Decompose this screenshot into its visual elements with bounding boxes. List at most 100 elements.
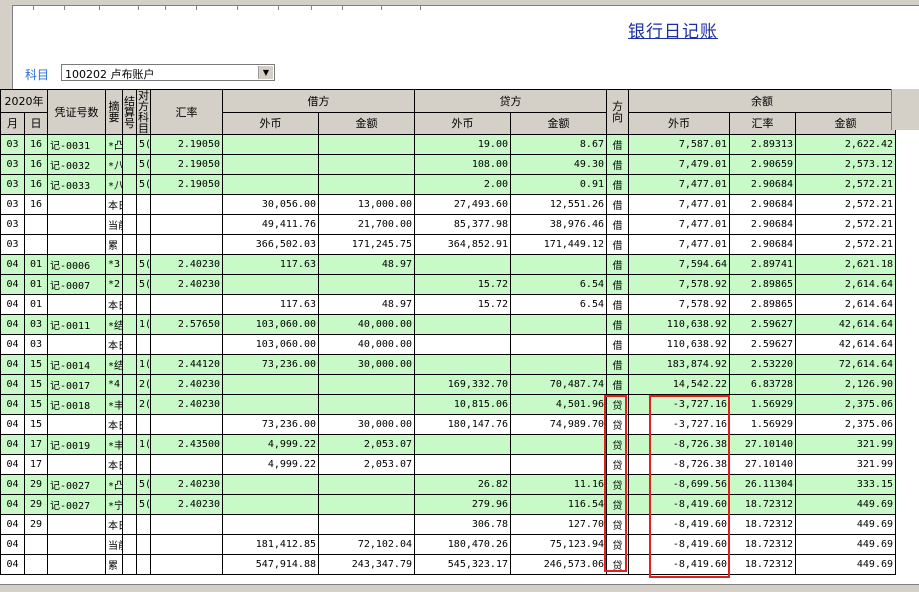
balance-rate-cell: 18.72312	[729, 554, 796, 575]
table-row[interactable]: 04 29 记-0027 *凸 5(2.40230 26.82 11.16 贷 -8,699.5…	[0, 474, 896, 495]
settle-cell	[122, 414, 137, 435]
table-row[interactable]: 03 累 366,502.03 171,245.75 364,852.91 171,449…	[0, 234, 896, 255]
table-row[interactable]: 04 29 记-0027 *宁 5(2.40230 279.96 116.54 贷 -8,419…	[0, 494, 896, 515]
debit-foreign-cell: 4,999.22	[222, 454, 319, 475]
balance-rate-cell: 2.90684	[729, 194, 796, 215]
table-row[interactable]: 0401 本日 117.6348.9715.726.54借7,578.922.898…	[0, 294, 896, 315]
balance-foreign-cell: -8,419.60	[628, 534, 730, 555]
voucher-cell	[47, 334, 106, 355]
voucher-cell	[47, 294, 106, 315]
debit-amount-cell	[318, 494, 415, 515]
direction-cell: 借	[606, 234, 629, 255]
settle-cell	[122, 534, 137, 555]
direction-cell: 贷	[606, 474, 629, 495]
balance-rate-cell: 6.83728	[729, 374, 796, 395]
table-row[interactable]: 04 当前 181,412.8572,102.04180,470.2675,123.…	[0, 534, 896, 555]
direction-cell: 借	[606, 354, 629, 375]
offset-cell	[136, 454, 151, 475]
debit-amount-cell	[318, 394, 415, 415]
month-cell: 03	[0, 234, 25, 255]
table-row[interactable]: 04 03 记-0011 *结 1(2.57650 103,060.00 40,000.00…	[0, 314, 896, 335]
summary-header: 摘要	[105, 89, 123, 135]
table-row[interactable]: 04 15 记-0017 *4 2(2.40230 169,332.70 70,487.74…	[0, 374, 896, 395]
chevron-down-icon[interactable]: ▼	[258, 66, 273, 79]
day-cell: 03	[24, 334, 48, 355]
offset-cell: 5(	[136, 474, 151, 495]
credit-amount-cell: 12,551.26	[510, 194, 607, 215]
table-row[interactable]: 04 01 记-0007 *2 5(2.40230 15.72 6.54 借 7,578.92 2…	[0, 274, 896, 295]
offset-cell: 5(	[136, 174, 151, 195]
table-row[interactable]: 04 15 记-0014 *结 1(2.44120 73,236.00 30,000.00 借…	[0, 354, 896, 375]
table-row[interactable]: 04 累 547,914.88 243,347.79 545,323.17 246,573…	[0, 554, 896, 575]
voucher-header: 凭证号数	[47, 89, 106, 135]
voucher-cell	[47, 514, 106, 535]
menu-toolbar	[0, 0, 919, 10]
credit-foreign-cell	[414, 354, 511, 375]
table-row[interactable]: 0316 本日 30,056.0013,000.0027,493.6012,551.…	[0, 194, 896, 215]
day-cell: 15	[24, 414, 48, 435]
voucher-cell: 记-0011	[47, 314, 106, 335]
credit-foreign-cell	[414, 254, 511, 275]
settle-cell	[122, 234, 137, 255]
table-row[interactable]: 03 16 记-0032 *八 5(2.19050 108.00 49.30 借 7,479.0…	[0, 154, 896, 175]
day-cell: 16	[24, 174, 48, 195]
credit-amount-cell: 171,449.12	[510, 234, 607, 255]
debit-amount-cell	[318, 474, 415, 495]
vertical-scrollbar[interactable]	[891, 89, 919, 130]
day-cell: 15	[24, 354, 48, 375]
debit-amount-cell	[318, 374, 415, 395]
balance-foreign-cell: 7,477.01	[628, 174, 730, 195]
balance-amount-cell: 2,621.18	[795, 254, 896, 275]
voucher-cell: 记-0031	[47, 134, 106, 155]
direction-cell: 贷	[606, 454, 629, 475]
debit-foreign-cell: 117.63	[222, 254, 319, 275]
balance-amount-cell: 2,126.90	[795, 374, 896, 395]
balance-rate-cell: 2.90684	[729, 214, 796, 235]
debit-amount-cell: 21,700.00	[318, 214, 415, 235]
summary-cell: 本日	[105, 294, 123, 315]
credit-foreign-cell: 108.00	[414, 154, 511, 175]
balance-foreign-cell: -8,419.60	[628, 554, 730, 575]
credit-amount-cell	[510, 334, 607, 355]
table-row[interactable]: 03 当前 49,411.7621,700.0085,377.9838,976.46…	[0, 214, 896, 235]
offset-cell: 5(	[136, 274, 151, 295]
balance-amount-header: 金额	[795, 111, 896, 135]
table-row[interactable]: 0417 本日 4,999.222,053.07 贷-8,726.3827.10140…	[0, 454, 896, 475]
summary-cell: 本日	[105, 454, 123, 475]
voucher-cell: 记-0006	[47, 254, 106, 275]
offset-cell	[136, 194, 151, 215]
voucher-cell	[47, 414, 106, 435]
table-row[interactable]: 04 01 记-0006 *3 5(2.40230 117.63 48.97 借 7,594.6…	[0, 254, 896, 275]
balance-rate-cell: 2.89865	[729, 294, 796, 315]
account-select[interactable]: 100202 卢布账户 ▼	[61, 64, 275, 81]
summary-cell: *丰	[105, 394, 123, 415]
debit-foreign-cell	[222, 174, 319, 195]
table-row[interactable]: 04 17 记-0019 *丰 1(2.43500 4,999.22 2,053.07 贷 -8…	[0, 434, 896, 455]
debit-amount-cell: 30,000.00	[318, 354, 415, 375]
balance-rate-cell: 27.10140	[729, 434, 796, 455]
debit-foreign-header: 外币	[222, 111, 319, 135]
table-row[interactable]: 0403 本日 103,060.0040,000.00 借110,638.922.59…	[0, 334, 896, 355]
debit-foreign-cell: 30,056.00	[222, 194, 319, 215]
debit-foreign-cell	[222, 134, 319, 155]
settle-cell	[122, 394, 137, 415]
debit-foreign-cell: 4,999.22	[222, 434, 319, 455]
table-row[interactable]: 04 15 记-0018 *丰 2(2.40230 10,815.06 4,501.96 贷 -…	[0, 394, 896, 415]
rate-cell: 2.19050	[150, 134, 223, 155]
balance-rate-cell: 2.90684	[729, 234, 796, 255]
table-row[interactable]: 0429 本日 306.78127.70贷-8,419.6018.72312449.…	[0, 514, 896, 535]
month-cell: 03	[0, 154, 25, 175]
debit-foreign-cell: 366,502.03	[222, 234, 319, 255]
debit-amount-cell: 40,000.00	[318, 334, 415, 355]
settle-cell	[122, 554, 137, 575]
month-cell: 04	[0, 534, 25, 555]
offset-cell: 2(	[136, 374, 151, 395]
settle-cell	[122, 494, 137, 515]
credit-foreign-cell	[414, 314, 511, 335]
rate-cell	[150, 554, 223, 575]
debit-amount-cell: 48.97	[318, 294, 415, 315]
table-row[interactable]: 0415 本日 73,236.0030,000.00180,147.7674,989…	[0, 414, 896, 435]
table-row[interactable]: 03 16 记-0033 *八 5(2.19050 2.00 0.91 借 7,477.01 2.…	[0, 174, 896, 195]
table-row[interactable]: 03 16 记-0031 *凸 5(2.19050 19.00 8.67 借 7,587.01 2…	[0, 134, 896, 155]
credit-amount-cell: 75,123.94	[510, 534, 607, 555]
